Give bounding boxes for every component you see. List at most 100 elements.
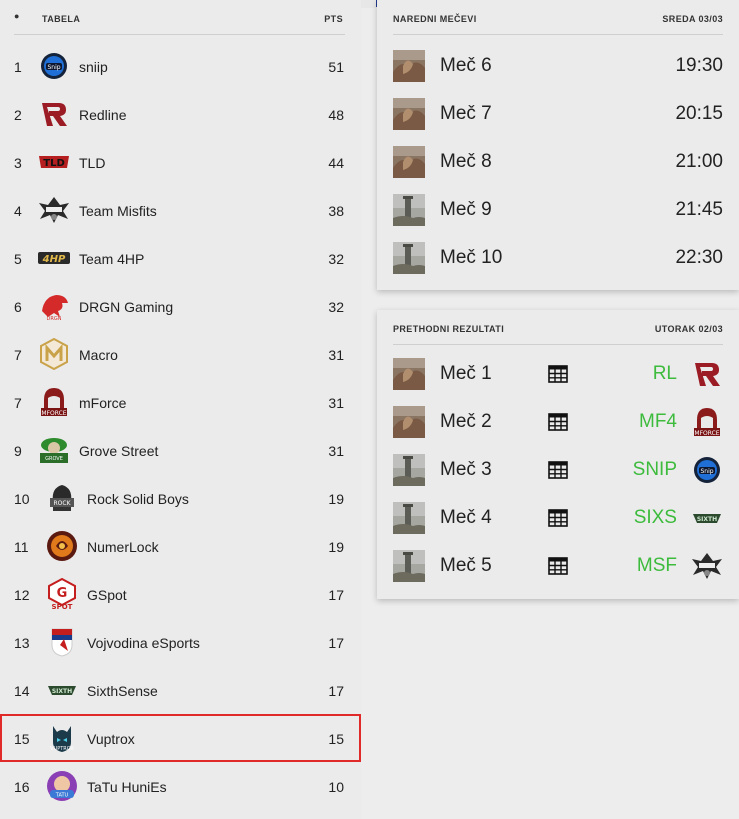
mforce-logo-icon: MFORCE	[691, 406, 723, 438]
sixthsense-logo-icon: SIXTH	[691, 502, 723, 534]
upcoming-header: NAREDNI MEČEVI SREDA 03/03	[393, 0, 723, 35]
team-points: 32	[328, 299, 344, 315]
standings-row[interactable]: 5 4HP Team 4HP 32	[0, 234, 361, 282]
team-name[interactable]: Vuptrox	[87, 731, 135, 747]
match-time: 22:30	[675, 247, 723, 268]
standings-row[interactable]: 3 TLD TLD 44	[0, 138, 361, 186]
desert-map-thumbnail	[393, 98, 425, 130]
team-name[interactable]: sniip	[79, 59, 108, 75]
standings-row[interactable]: 14 SIXTH SixthSense 17	[0, 666, 361, 714]
team-name[interactable]: DRGN Gaming	[79, 299, 173, 315]
standings-list: 1 Snip sniip 51 2 Redline 48 3 TLD TLD 44 4 Team Mis…	[0, 42, 361, 810]
scoreboard-table-icon[interactable]	[548, 461, 568, 479]
team-name[interactable]: Vojvodina eSports	[87, 635, 200, 651]
svg-text:DRGN: DRGN	[47, 316, 62, 321]
results-date: UTORAK 02/03	[654, 324, 723, 334]
results-header: PRETHODNI REZULTATI UTORAK 02/03	[393, 310, 723, 345]
winner-abbreviation: RL	[652, 363, 677, 384]
team-name[interactable]: Rock Solid Boys	[87, 491, 189, 507]
standings-row[interactable]: 7 Macro 31	[0, 330, 361, 378]
team-name[interactable]: Team 4HP	[79, 251, 144, 267]
standings-row[interactable]: 4 Team Misfits 38	[0, 186, 361, 234]
standings-row[interactable]: 1 Snip sniip 51	[0, 42, 361, 90]
desert-map-thumbnail	[393, 50, 425, 82]
standings-row[interactable]: 6 DRGN DRGN Gaming 32	[0, 282, 361, 330]
svg-text:SIXTH: SIXTH	[697, 516, 717, 523]
rank-number: 11	[14, 539, 29, 555]
rank-number: 3	[14, 155, 22, 171]
team-points: 31	[328, 395, 344, 411]
standings-row[interactable]: 12 G SPOT GSpot 17	[0, 570, 361, 618]
team-name[interactable]: SixthSense	[87, 683, 158, 699]
standings-row[interactable]: 9 GROVE Grove Street 31	[0, 426, 361, 474]
team-points: 19	[328, 491, 344, 507]
standings-row[interactable]: 13 Vojvodina eSports 17	[0, 618, 361, 666]
team-name[interactable]: GSpot	[87, 587, 127, 603]
scoreboard-table-icon[interactable]	[548, 413, 568, 431]
vojvodina-logo-icon	[46, 626, 78, 658]
grove-street-logo-icon: GROVE	[38, 434, 70, 466]
sniip-logo-icon: Snip	[691, 454, 723, 486]
team-name[interactable]: NumerLock	[87, 539, 159, 555]
match-name: Meč 10	[440, 247, 503, 268]
team-name[interactable]: Macro	[79, 347, 118, 363]
upcoming-date: SREDA 03/03	[662, 14, 723, 24]
standings-row[interactable]: 15 VUPTROX Vuptrox 15	[0, 714, 361, 762]
team-points: 15	[328, 731, 344, 747]
scoreboard-table-icon[interactable]	[548, 365, 568, 383]
standings-row[interactable]: 10 ROCK Rock Solid Boys 19	[0, 474, 361, 522]
result-match-row[interactable]: Meč 3 SNIP Snip	[393, 446, 723, 494]
team-points: 44	[328, 155, 344, 171]
scoreboard-table-icon[interactable]	[548, 557, 568, 575]
macro-logo-icon	[38, 338, 70, 370]
match-time: 21:45	[675, 199, 723, 220]
rank-number: 13	[14, 635, 30, 651]
svg-text:TATU: TATU	[55, 793, 69, 799]
numerlock-logo-icon	[46, 530, 78, 562]
standings-row[interactable]: 7 MFORCE mForce 31	[0, 378, 361, 426]
result-match-row[interactable]: Meč 5 MSF	[393, 542, 723, 590]
team-points: 19	[328, 539, 344, 555]
header-dot-icon: ●	[14, 11, 20, 21]
svg-text:SIXTH: SIXTH	[52, 688, 72, 695]
team-name[interactable]: Grove Street	[79, 443, 158, 459]
team-name[interactable]: TaTu HuniEs	[87, 779, 167, 795]
scoreboard-table-icon[interactable]	[548, 509, 568, 527]
svg-text:MFORCE: MFORCE	[41, 410, 66, 417]
result-match-row[interactable]: Meč 2 MF4 MFORCE	[393, 398, 723, 446]
team-name[interactable]: mForce	[79, 395, 126, 411]
standings-row[interactable]: 2 Redline 48	[0, 90, 361, 138]
tower-map-thumbnail	[393, 550, 425, 582]
result-match-row[interactable]: Meč 4 SIXS SIXTH	[393, 494, 723, 542]
tatu-logo-icon: TATU	[46, 770, 78, 802]
tower-map-thumbnail	[393, 194, 425, 226]
upcoming-match-row[interactable]: Meč 6 19:30	[393, 42, 723, 90]
upcoming-match-row[interactable]: Meč 8 21:00	[393, 138, 723, 186]
rank-number: 9	[14, 443, 22, 459]
upcoming-match-row[interactable]: Meč 10 22:30	[393, 234, 723, 282]
upcoming-title: NAREDNI MEČEVI	[393, 14, 477, 24]
standings-row[interactable]: 16 TATU TaTu HuniEs 10	[0, 762, 361, 810]
rank-number: 12	[14, 587, 30, 603]
misfits-logo-icon	[38, 194, 70, 226]
upcoming-match-row[interactable]: Meč 9 21:45	[393, 186, 723, 234]
rank-number: 5	[14, 251, 22, 267]
match-name: Meč 1	[440, 363, 492, 384]
svg-text:Snip: Snip	[47, 64, 60, 71]
team-name[interactable]: Redline	[79, 107, 126, 123]
upcoming-match-row[interactable]: Meč 7 20:15	[393, 90, 723, 138]
match-name: Meč 4	[440, 507, 492, 528]
redline-logo-icon	[691, 358, 723, 390]
team-name[interactable]: Team Misfits	[79, 203, 157, 219]
standings-row[interactable]: 11 NumerLock 19	[0, 522, 361, 570]
svg-text:SPOT: SPOT	[52, 603, 73, 610]
desert-map-thumbnail	[393, 358, 425, 390]
standings-header: ● TABELA PTS	[14, 0, 345, 35]
team-points: 10	[328, 779, 344, 795]
team-points: 17	[328, 587, 344, 603]
rank-number: 10	[14, 491, 30, 507]
team-name[interactable]: TLD	[79, 155, 105, 171]
winner-abbreviation: SIXS	[633, 507, 677, 528]
result-match-row[interactable]: Meč 1 RL	[393, 350, 723, 398]
rank-number: 2	[14, 107, 22, 123]
